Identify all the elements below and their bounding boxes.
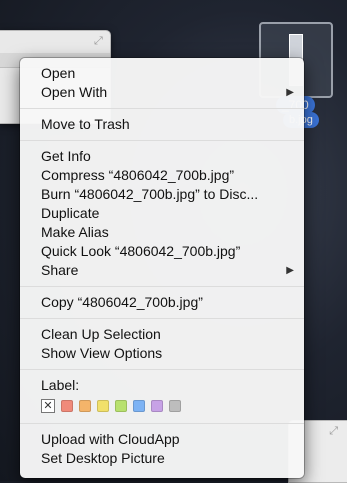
label-swatch-red[interactable] xyxy=(61,400,73,412)
menu-separator xyxy=(20,140,304,141)
submenu-arrow-icon: ▶ xyxy=(286,87,294,98)
menu-item-duplicate[interactable]: Duplicate xyxy=(20,204,304,223)
menu-item-compress-4806042-700bjpg[interactable]: Compress “4806042_700b.jpg” xyxy=(20,166,304,185)
menu-item-label: Open With xyxy=(41,84,108,100)
menu-item-move-to-trash[interactable]: Move to Trash xyxy=(20,115,304,134)
label-swatch-orange[interactable] xyxy=(79,400,91,412)
menu-item-label: Upload with CloudApp xyxy=(41,431,180,447)
menu-item-share[interactable]: Share ▶ xyxy=(20,261,304,280)
label-swatch-yellow[interactable] xyxy=(97,400,109,412)
menu-item-clean-up-selection[interactable]: Clean Up Selection xyxy=(20,325,304,344)
menu-separator xyxy=(20,318,304,319)
label-none-icon[interactable]: ✕ xyxy=(41,399,55,413)
label-swatch-blue[interactable] xyxy=(133,400,145,412)
menu-item-label: Make Alias xyxy=(41,224,109,240)
menu-item-label: Share xyxy=(41,262,79,278)
menu-separator xyxy=(20,423,304,424)
menu-item-set-desktop-picture[interactable]: Set Desktop Picture xyxy=(20,449,304,468)
menu-item-upload-with-cloudapp[interactable]: Upload with CloudApp xyxy=(20,430,304,449)
label-swatch-green[interactable] xyxy=(115,400,127,412)
context-menu: Open Open With ▶ Move to Trash Get Info Compr… xyxy=(20,58,304,478)
menu-separator xyxy=(20,369,304,370)
menu-item-label: Open xyxy=(41,65,76,81)
menu-item-label: Clean Up Selection xyxy=(41,326,161,342)
menu-item-quick-look-4806042-700bjpg[interactable]: Quick Look “4806042_700b.jpg” xyxy=(20,242,304,261)
label-section-title: Label: xyxy=(41,377,80,393)
menu-item-show-view-options[interactable]: Show View Options xyxy=(20,344,304,363)
label-swatch-gray[interactable] xyxy=(169,400,181,412)
menu-item-label: Compress “4806042_700b.jpg” xyxy=(41,167,235,183)
menu-item-label: Burn “4806042_700b.jpg” to Disc... xyxy=(41,186,259,202)
menu-item-label: Get Info xyxy=(41,148,91,164)
menu-item-burn-4806042-700bjpg-to-disc[interactable]: Burn “4806042_700b.jpg” to Disc... xyxy=(20,185,304,204)
menu-item-label: Set Desktop Picture xyxy=(41,450,165,466)
submenu-arrow-icon: ▶ xyxy=(286,265,294,276)
menu-item-label: Copy “4806042_700b.jpg” xyxy=(41,294,203,310)
resize-icon: ⤢ xyxy=(94,35,103,47)
menu-item-get-info[interactable]: Get Info xyxy=(20,147,304,166)
label-color-swatches: ✕ xyxy=(20,395,304,417)
menu-item-open-with[interactable]: Open With ▶ xyxy=(20,83,304,102)
menu-item-label: Show View Options xyxy=(41,345,163,361)
menu-separator xyxy=(20,108,304,109)
menu-item-label: Duplicate xyxy=(41,205,100,221)
menu-item-label: Quick Look “4806042_700b.jpg” xyxy=(41,243,241,259)
resize-icon: ⤢ xyxy=(329,425,338,437)
menu-item-open[interactable]: Open xyxy=(20,64,304,83)
label-swatch-purple[interactable] xyxy=(151,400,163,412)
menu-item-make-alias[interactable]: Make Alias xyxy=(20,223,304,242)
menu-separator xyxy=(20,286,304,287)
menu-item-label: Move to Trash xyxy=(41,116,130,132)
menu-item-copy-4806042-700bjpg[interactable]: Copy “4806042_700b.jpg” xyxy=(20,293,304,312)
